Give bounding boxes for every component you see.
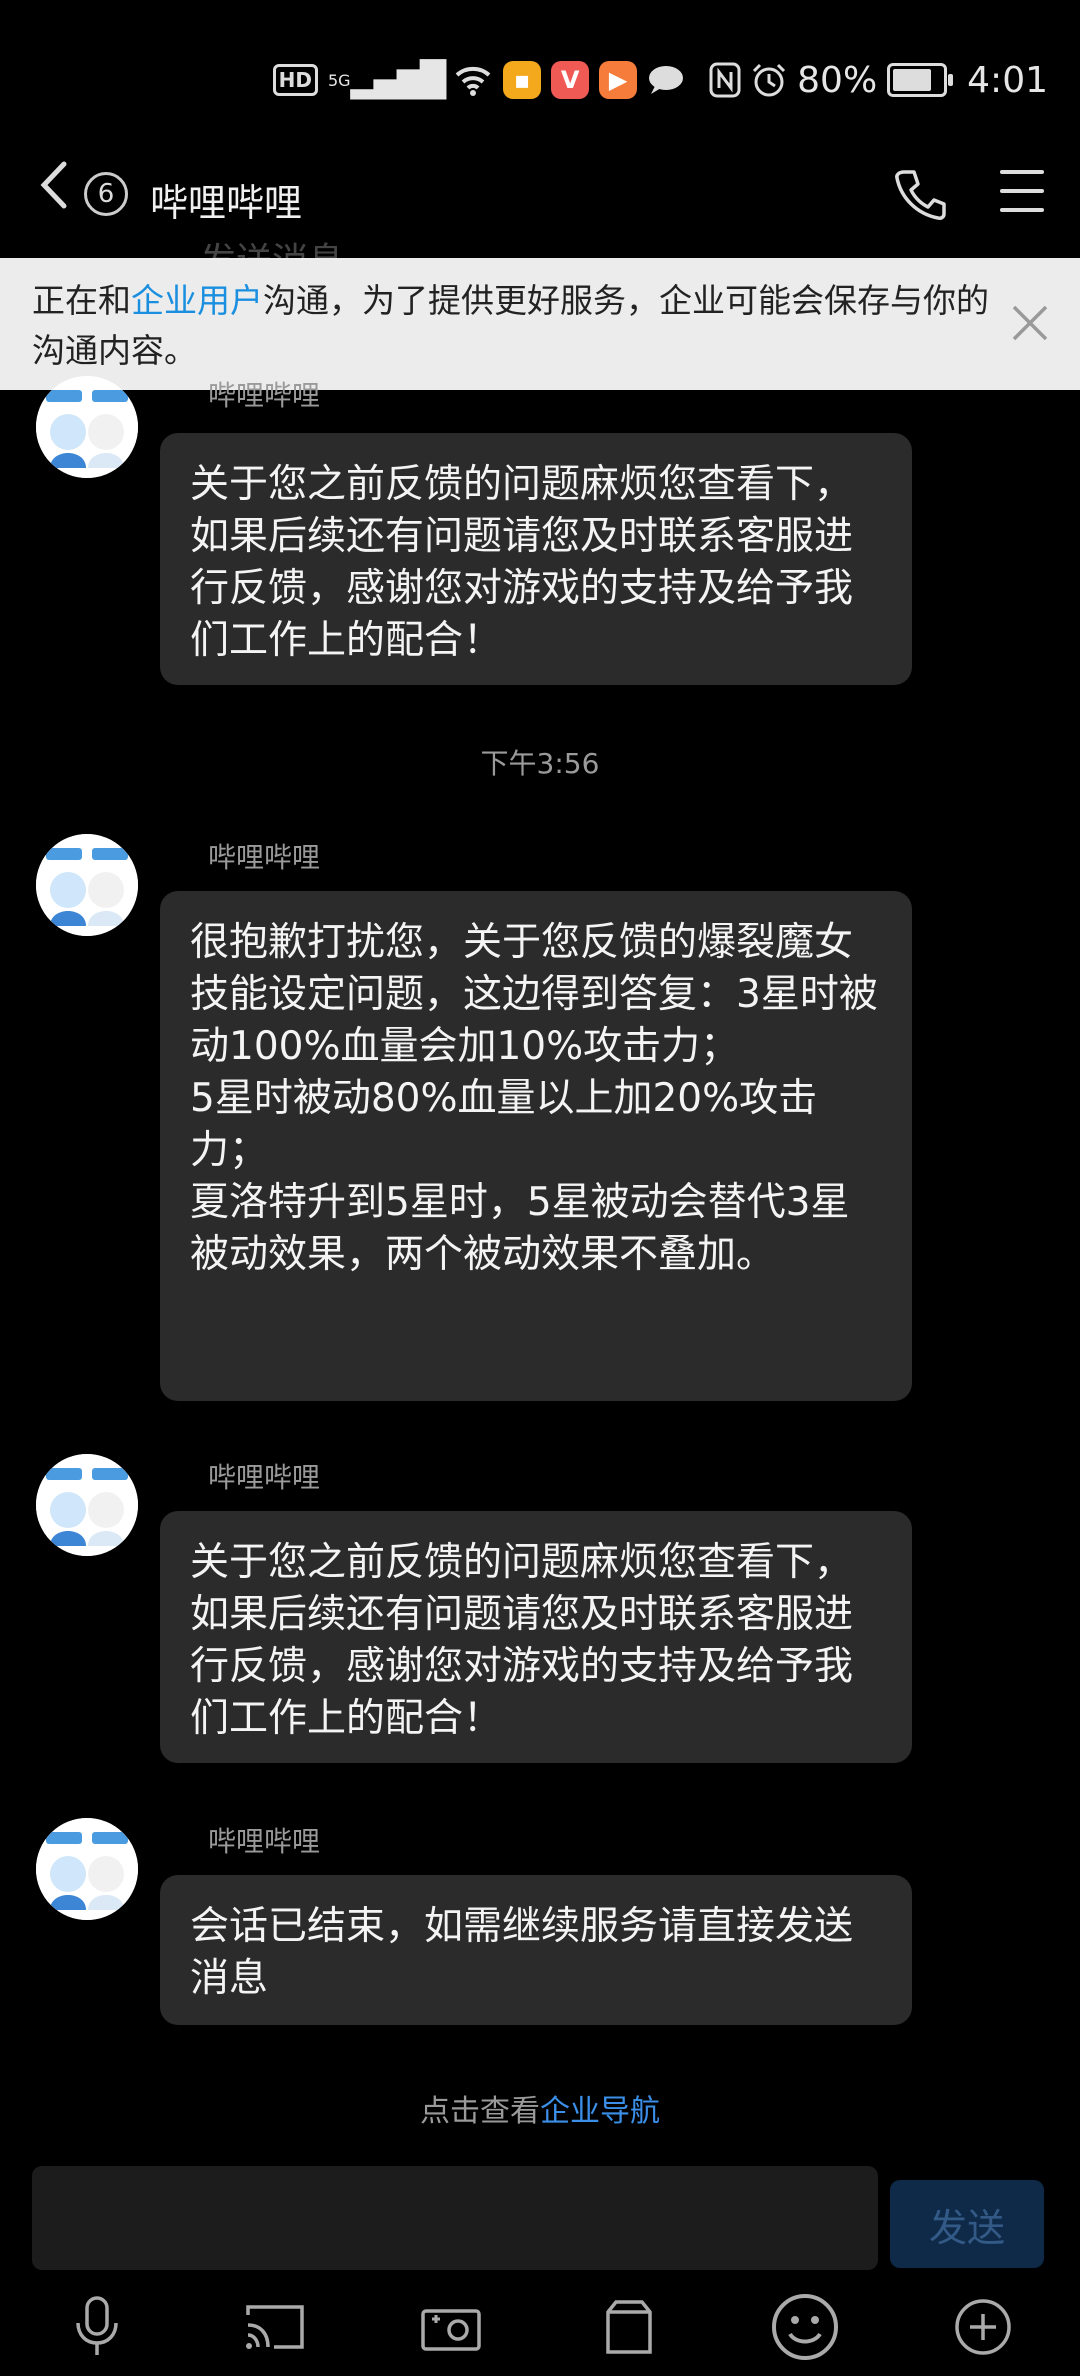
chat-title: 哔哩哔哩 — [150, 181, 303, 225]
app-v-icon: V — [551, 61, 590, 99]
message-bubble-icon — [647, 64, 685, 96]
enterprise-user-link[interactable]: 企业用户 — [131, 281, 263, 320]
avatar[interactable] — [36, 1818, 138, 1920]
message-bubble: 关于您之前反馈的问题麻烦您查看下，如果后续还有问题请您及时联系客服进行反馈，感谢… — [160, 433, 912, 685]
message-input[interactable] — [32, 2166, 878, 2270]
send-button[interactable]: 发送 — [890, 2180, 1044, 2268]
card-icon[interactable] — [594, 2292, 664, 2362]
close-notice-icon[interactable] — [1010, 303, 1050, 347]
avatar[interactable] — [36, 834, 138, 936]
battery-percent: 80% — [797, 59, 878, 101]
message-bubble: 会话已结束，如需继续服务请直接发送消息 — [160, 1875, 912, 2025]
microphone-icon[interactable] — [62, 2292, 132, 2362]
nfc-icon — [709, 62, 741, 98]
photo-icon[interactable] — [416, 2292, 486, 2362]
video-app-icon: ▶ — [599, 61, 638, 99]
menu-icon[interactable] — [1000, 170, 1044, 227]
cast-icon[interactable] — [240, 2292, 310, 2362]
phone-call-icon[interactable] — [892, 166, 948, 226]
hd-icon: HD — [272, 64, 318, 96]
sender-name: 哔哩哔哩 — [208, 1461, 321, 1494]
message-bubble: 很抱歉打扰您，关于您反馈的爆裂魔女技能设定问题，这边得到答复：3星时被动100%… — [160, 891, 912, 1401]
enterprise-nav-hint: 点击查看企业导航 — [420, 2094, 660, 2129]
emoji-icon[interactable] — [770, 2292, 840, 2362]
alarm-icon — [751, 62, 787, 98]
message-bubble: 关于您之前反馈的问题麻烦您查看下，如果后续还有问题请您及时联系客服进行反馈，感谢… — [160, 1511, 912, 1763]
app-notification-icon: ▪ — [503, 61, 542, 99]
wifi-icon — [453, 63, 493, 97]
back-button[interactable] — [38, 160, 68, 220]
cellular-signal-icon: 5G ▂▄▆█ — [327, 60, 446, 100]
notice-text: 正在和企业用户沟通，为了提供更好服务，企业可能会保存与你的沟通内容。 — [32, 281, 989, 370]
sender-name: 哔哩哔哩 — [208, 1825, 321, 1858]
input-toolbar — [0, 2280, 1080, 2376]
sender-name: 哔哩哔哩 — [208, 841, 321, 874]
enterprise-nav-link[interactable]: 企业导航 — [540, 2094, 660, 2129]
avatar[interactable] — [36, 1454, 138, 1556]
status-bar: HD 5G ▂▄▆█ ▪ V ▶ 80% 4:01 — [0, 0, 1080, 140]
enterprise-notice-banner: 正在和企业用户沟通，为了提供更好服务，企业可能会保存与你的沟通内容。 — [0, 258, 1080, 390]
plus-icon[interactable] — [948, 2292, 1018, 2362]
battery-icon — [887, 63, 954, 97]
avatar[interactable] — [36, 376, 138, 478]
timestamp: 下午3:56 — [480, 747, 600, 780]
unread-count-badge: 6 — [84, 172, 128, 216]
clock: 4:01 — [967, 59, 1048, 101]
sender-name: 哔哩哔哩 — [208, 379, 321, 412]
